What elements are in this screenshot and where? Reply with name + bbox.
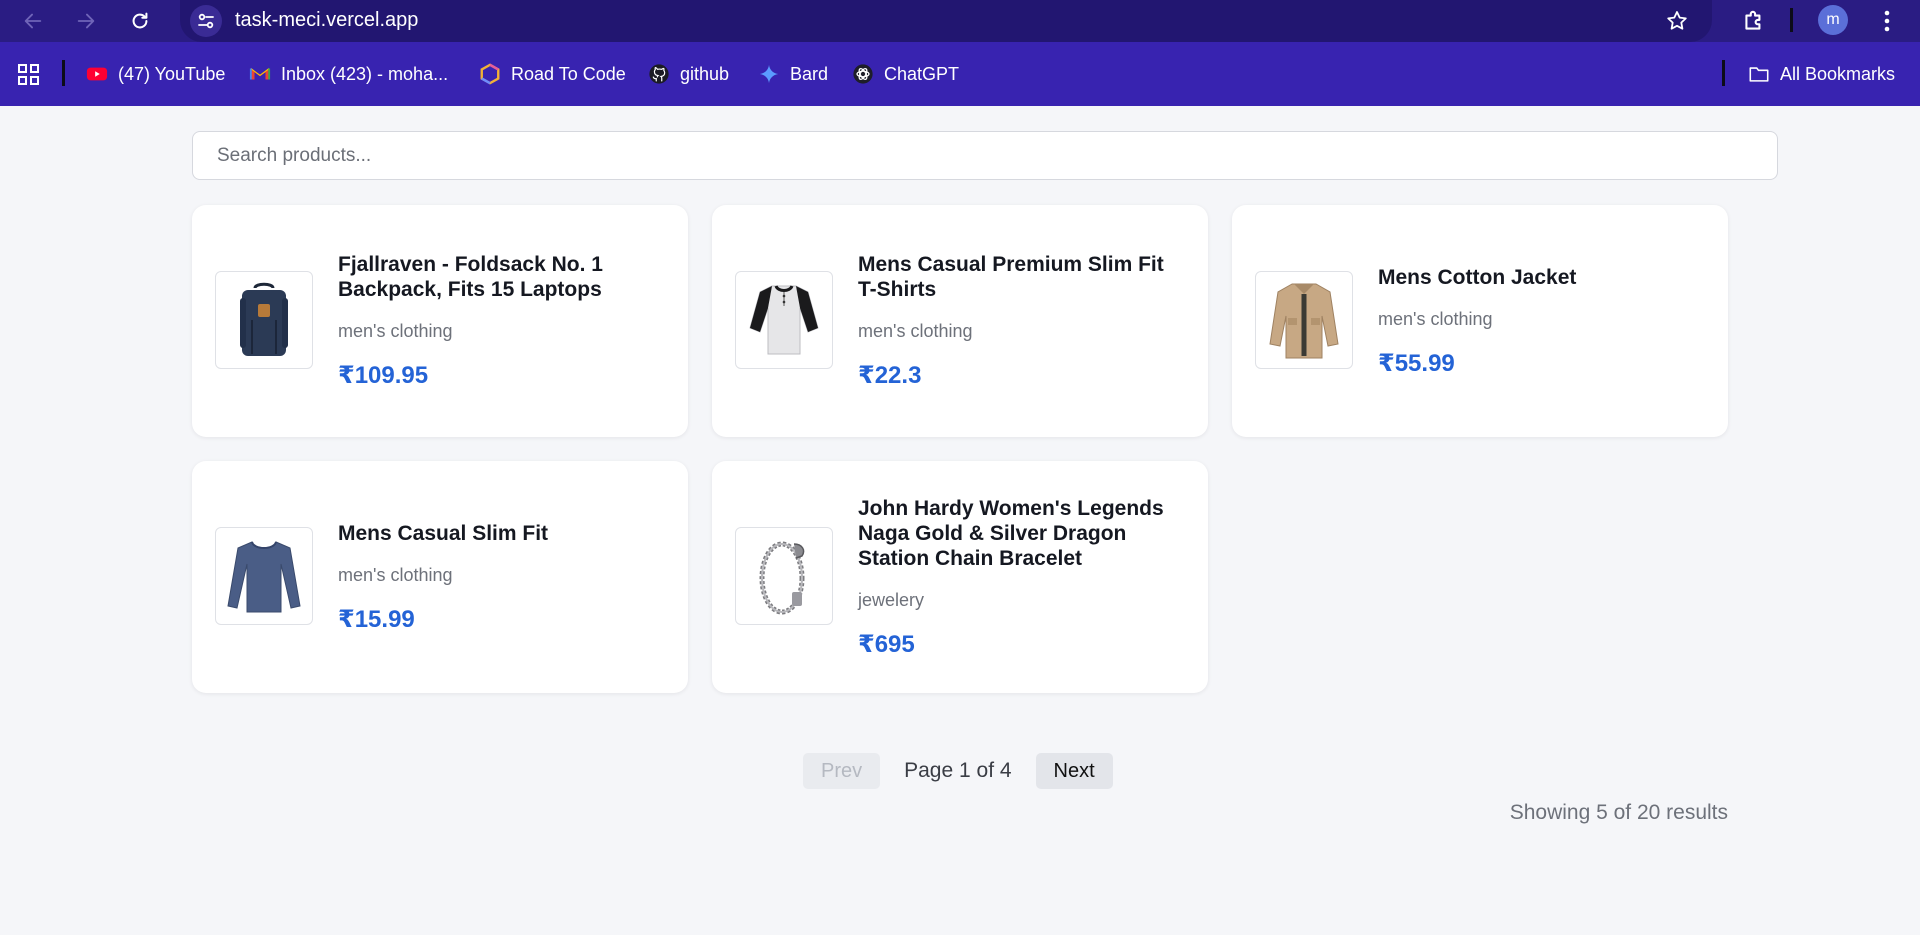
browser-menu-button[interactable]	[1872, 5, 1902, 37]
product-price: ₹22.3	[858, 362, 922, 389]
puzzle-icon	[1745, 10, 1761, 30]
product-image[interactable]	[1255, 271, 1353, 369]
product-info: Mens Cotton Jacket men's clothing ₹55.99	[1378, 205, 1708, 437]
tune-icon	[198, 13, 214, 29]
bookmark-road-to-code[interactable]: Road To Code	[479, 60, 626, 88]
back-button[interactable]	[17, 5, 49, 37]
product-card[interactable]: John Hardy Women's Legends Naga Gold & S…	[712, 461, 1208, 693]
extensions-button[interactable]	[1738, 5, 1770, 37]
github-icon	[649, 64, 669, 84]
bookmark-bard[interactable]: Bard	[758, 60, 828, 88]
star-icon	[1667, 11, 1687, 30]
browser-toolbar: task-meci.vercel.app m	[0, 0, 1920, 42]
product-category: men's clothing	[1378, 308, 1493, 329]
product-category: men's clothing	[338, 564, 453, 585]
bookmark-label: Road To Code	[511, 63, 626, 84]
product-image[interactable]	[215, 271, 313, 369]
arrow-right-icon	[77, 13, 95, 29]
bookmark-chatgpt[interactable]: ChatGPT	[852, 60, 959, 88]
product-card[interactable]: Fjallraven - Foldsack No. 1 Backpack, Fi…	[192, 205, 688, 437]
more-vertical-icon	[1884, 10, 1890, 32]
tshirt-icon	[749, 285, 819, 355]
bookmark-label: github	[680, 63, 730, 84]
product-card[interactable]: Mens Casual Premium Slim Fit T-Shirts me…	[712, 205, 1208, 437]
bracelet-icon	[759, 541, 805, 615]
product-price: ₹109.95	[338, 362, 429, 389]
apps-grid-icon	[18, 64, 39, 85]
backpack-icon	[240, 282, 288, 356]
bookmark-label: ChatGPT	[884, 63, 960, 84]
product-info: Mens Casual Premium Slim Fit T-Shirts me…	[858, 205, 1188, 437]
chatgpt-icon	[853, 64, 873, 84]
product-price: ₹55.99	[1378, 349, 1455, 377]
road-to-code-icon	[480, 63, 500, 85]
product-card[interactable]: Mens Cotton Jacket men's clothing ₹55.99	[1232, 205, 1728, 437]
product-title[interactable]: Mens Casual Slim Fit	[338, 521, 668, 546]
reload-icon	[132, 12, 148, 29]
all-bookmarks-label: All Bookmarks	[1780, 63, 1896, 84]
bookmark-github[interactable]: github	[648, 60, 729, 88]
gmail-icon	[249, 68, 271, 80]
product-title[interactable]: Fjallraven - Foldsack No. 1 Backpack, Fi…	[338, 252, 668, 302]
browser-chrome: task-meci.vercel.app m (47) YouTube Inbo…	[0, 0, 1920, 106]
product-category: men's clothing	[858, 321, 973, 341]
product-image[interactable]	[735, 271, 833, 369]
bookmarks-divider	[62, 60, 65, 86]
bookmarks-divider-right	[1722, 60, 1725, 86]
product-image[interactable]	[215, 527, 313, 625]
product-title[interactable]: John Hardy Women's Legends Naga Gold & S…	[858, 496, 1188, 571]
bookmark-youtube[interactable]: (47) YouTube	[86, 60, 225, 88]
product-title[interactable]: Mens Cotton Jacket	[1378, 265, 1708, 290]
url-text[interactable]: task-meci.vercel.app	[235, 9, 418, 32]
product-card[interactable]: Mens Casual Slim Fit men's clothing ₹15.…	[192, 461, 688, 693]
prev-button[interactable]: Prev	[803, 753, 881, 789]
arrow-left-icon	[24, 13, 42, 29]
product-info: Mens Casual Slim Fit men's clothing ₹15.…	[338, 461, 668, 693]
bookmarks-bar: (47) YouTube Inbox (423) - moha... Road …	[0, 56, 1920, 92]
product-price: ₹695	[858, 630, 915, 658]
apps-button[interactable]	[16, 62, 42, 88]
folder-icon	[1749, 67, 1769, 82]
pagination: Prev Page 1 of 4 Next	[803, 753, 1113, 789]
address-bar[interactable]: task-meci.vercel.app	[180, 0, 1712, 42]
profile-avatar[interactable]: m	[1818, 5, 1848, 35]
jacket-icon	[1269, 283, 1339, 359]
site-info-button[interactable]	[190, 5, 222, 37]
long-sleeve-shirt-icon	[227, 541, 301, 613]
product-title[interactable]: Mens Casual Premium Slim Fit T-Shirts	[858, 252, 1188, 302]
forward-button[interactable]	[70, 5, 102, 37]
product-info: John Hardy Women's Legends Naga Gold & S…	[858, 461, 1188, 693]
bookmark-label: Bard	[790, 63, 829, 84]
product-info: Fjallraven - Foldsack No. 1 Backpack, Fi…	[338, 205, 668, 437]
results-count: Showing 5 of 20 results	[1509, 801, 1728, 824]
product-category: men's clothing	[338, 321, 453, 341]
reload-button[interactable]	[124, 5, 156, 37]
youtube-icon	[86, 67, 108, 81]
bookmark-label: (47) YouTube	[118, 63, 226, 84]
next-button[interactable]: Next	[1035, 753, 1113, 789]
bard-icon	[759, 64, 779, 84]
search-input[interactable]	[192, 131, 1778, 180]
all-bookmarks-button[interactable]: All Bookmarks	[1748, 60, 1895, 88]
page-indicator: Page 1 of 4	[904, 759, 1012, 782]
product-price: ₹15.99	[338, 605, 415, 633]
bookmark-gmail[interactable]: Inbox (423) - moha...	[249, 60, 448, 88]
product-image[interactable]	[735, 527, 833, 625]
bookmark-label: Inbox (423) - moha...	[281, 63, 449, 84]
toolbar-divider	[1790, 8, 1793, 32]
bookmark-star-button[interactable]	[1662, 6, 1692, 36]
product-category: jewelery	[858, 589, 925, 610]
